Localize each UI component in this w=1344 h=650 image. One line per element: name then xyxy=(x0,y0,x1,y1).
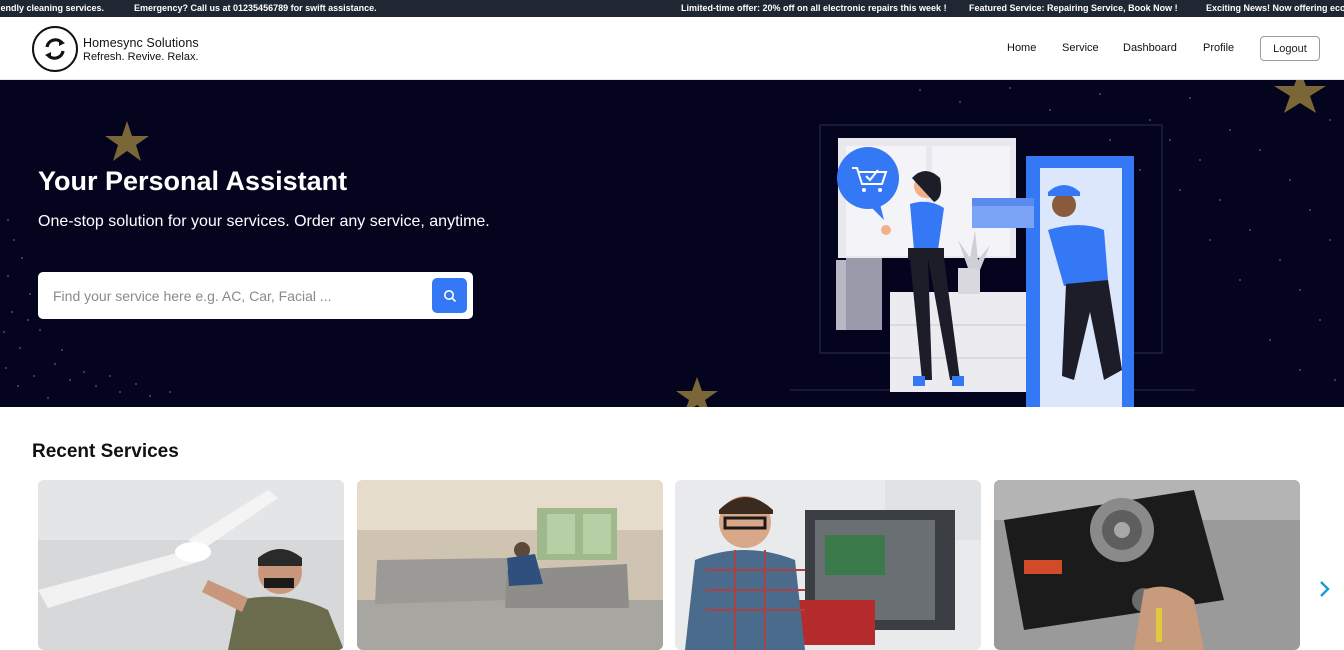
ticker-item: Emergency? Call us at 01235456789 for sw… xyxy=(134,3,377,13)
carousel-next-button[interactable] xyxy=(1314,578,1334,600)
computer-repair-image xyxy=(675,480,981,650)
logout-button[interactable]: Logout xyxy=(1260,36,1320,61)
recent-services-heading: Recent Services xyxy=(32,441,179,462)
ticker-item: Limited-time offer: 20% off on all elect… xyxy=(681,3,947,13)
search-icon xyxy=(443,289,456,302)
nav-dashboard[interactable]: Dashboard xyxy=(1123,42,1177,54)
ceiling-fan-repair-image xyxy=(38,480,344,650)
delivery-illustration xyxy=(790,124,1195,407)
star-icon xyxy=(1274,80,1326,113)
service-card-computer[interactable] xyxy=(675,480,981,650)
service-card-fan[interactable] xyxy=(38,480,344,650)
nav-service[interactable]: Service xyxy=(1062,42,1099,54)
hero-title: Your Personal Assistant xyxy=(38,166,348,196)
search-button[interactable] xyxy=(432,278,467,313)
site-header: Homesync Solutions Refresh. Revive. Rela… xyxy=(0,17,1344,80)
hero-banner: Your Personal Assistant One-stop solutio… xyxy=(0,80,1344,407)
hero-subtitle: One-stop solution for your services. Ord… xyxy=(38,213,490,230)
service-card-stove[interactable] xyxy=(994,480,1300,650)
brand-name[interactable]: Homesync Solutions xyxy=(83,36,199,50)
nav-home[interactable]: Home xyxy=(1007,42,1036,54)
search-input[interactable] xyxy=(53,286,423,306)
sofa-cleaning-image xyxy=(357,480,663,650)
star-icon xyxy=(105,121,149,161)
star-icon xyxy=(676,377,718,407)
service-search-bar xyxy=(38,272,473,319)
announcement-ticker: iendly cleaning services. Emergency? Cal… xyxy=(0,0,1344,17)
ticker-item: Exciting News! Now offering eco- xyxy=(1206,3,1344,13)
ticker-item: Featured Service: Repairing Service, Boo… xyxy=(969,3,1178,13)
logo-icon[interactable] xyxy=(32,26,78,72)
nav-profile[interactable]: Profile xyxy=(1203,42,1234,54)
service-card-sofa[interactable] xyxy=(357,480,663,650)
brand-tagline: Refresh. Revive. Relax. xyxy=(83,51,199,63)
gas-stove-repair-image xyxy=(994,480,1300,650)
chevron-right-icon xyxy=(1320,581,1330,597)
ticker-item: iendly cleaning services. xyxy=(0,3,105,13)
hero-background xyxy=(3,80,1336,407)
